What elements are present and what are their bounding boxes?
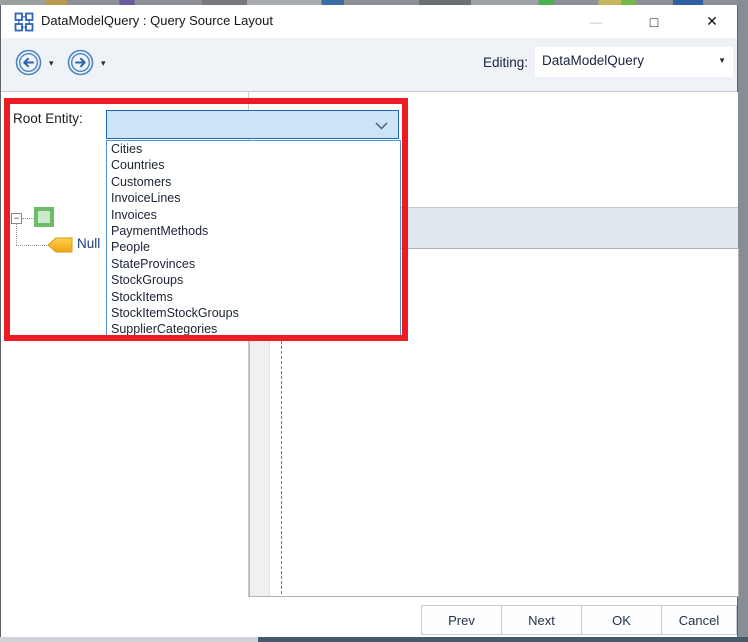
footer-button[interactable]: Prev <box>421 605 502 635</box>
back-button[interactable] <box>15 49 42 76</box>
dialog-window: DataModelQuery : Query Source Layout — □… <box>0 5 739 637</box>
toolbar: ▾ ▾ Editing: DataModelQuery ▼ <box>1 38 737 92</box>
annotation-rectangle <box>4 98 408 341</box>
editing-caret-icon: ▼ <box>718 56 726 65</box>
editing-combobox-value: DataModelQuery <box>542 53 645 68</box>
minimize-icon[interactable]: — <box>577 5 615 38</box>
data-model-icon <box>14 12 34 32</box>
footer-button[interactable]: OK <box>581 605 662 635</box>
title-bar: DataModelQuery : Query Source Layout — □… <box>1 5 737 38</box>
close-icon[interactable]: ✕ <box>693 5 731 38</box>
window-bottom-edge-left <box>0 637 258 642</box>
back-dropdown-caret-icon[interactable]: ▾ <box>49 58 54 69</box>
editing-label: Editing: <box>483 55 529 70</box>
footer-button[interactable]: Next <box>501 605 582 635</box>
maximize-icon[interactable]: □ <box>635 5 673 38</box>
window-title: DataModelQuery : Query Source Layout <box>41 13 273 28</box>
window-bottom-edge-right <box>258 637 748 642</box>
forward-button[interactable] <box>67 49 94 76</box>
screen: DataModelQuery : Query Source Layout — □… <box>0 0 748 642</box>
footer-button[interactable]: Cancel <box>661 605 737 635</box>
forward-dropdown-caret-icon[interactable]: ▾ <box>101 58 106 69</box>
desktop-background-side <box>738 0 748 642</box>
editing-combobox[interactable]: DataModelQuery ▼ <box>535 47 733 77</box>
